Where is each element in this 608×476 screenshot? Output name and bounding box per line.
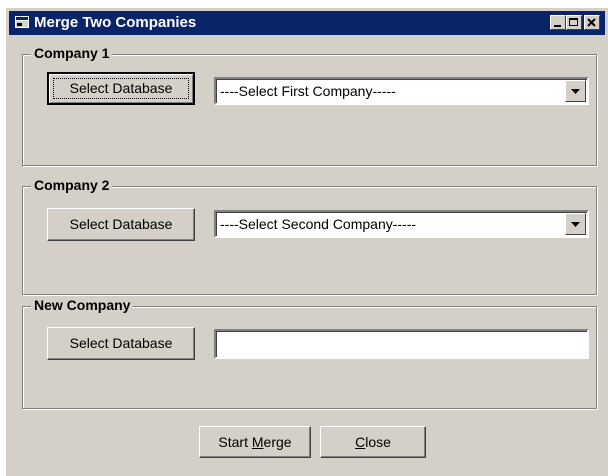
maximize-button[interactable] [566,15,582,30]
title-bar[interactable]: Merge Two Companies [9,11,605,35]
start-merge-button[interactable]: Start Merge [199,426,311,458]
window-title: Merge Two Companies [34,14,197,31]
company2-dropdown-value: ----Select Second Company----- [220,216,417,232]
new-company-select-database-button[interactable]: Select Database [47,327,195,360]
new-company-legend: New Company [31,296,134,314]
company1-select-database-button[interactable]: Select Database [47,72,195,105]
close-window-button[interactable] [584,15,600,30]
company2-dropdown[interactable]: ----Select Second Company----- [214,210,589,238]
chevron-down-icon [571,222,580,227]
close-label: Close [355,434,391,450]
new-company-select-database-label: Select Database [69,335,173,351]
company1-dropdown-value: ----Select First Company----- [220,83,396,99]
company2-select-database-button[interactable]: Select Database [47,208,195,241]
company1-dropdown[interactable]: ----Select First Company----- [214,77,589,105]
merge-companies-window: Merge Two Companies Company 1 Select Dat… [6,8,608,476]
app-window-icon [15,16,29,28]
company2-group: Company 2 Select Database ----Select Sec… [22,176,597,295]
focus-rect [53,78,189,99]
maximize-icon [569,18,578,26]
new-company-group: New Company Select Database [22,296,597,409]
close-button[interactable]: Close [320,426,426,458]
company2-legend: Company 2 [31,176,113,194]
company1-dropdown-button[interactable] [565,80,586,102]
minimize-button[interactable] [550,15,566,30]
start-merge-label: Start Merge [218,434,292,450]
company2-dropdown-button[interactable] [565,213,586,235]
company1-group: Company 1 Select Database ----Select Fir… [22,44,597,166]
minimize-icon [554,25,561,27]
company2-select-database-label: Select Database [69,216,173,232]
chevron-down-icon [571,89,580,94]
new-company-name-field[interactable] [214,329,589,359]
close-icon [587,18,596,27]
company1-legend: Company 1 [31,44,113,62]
